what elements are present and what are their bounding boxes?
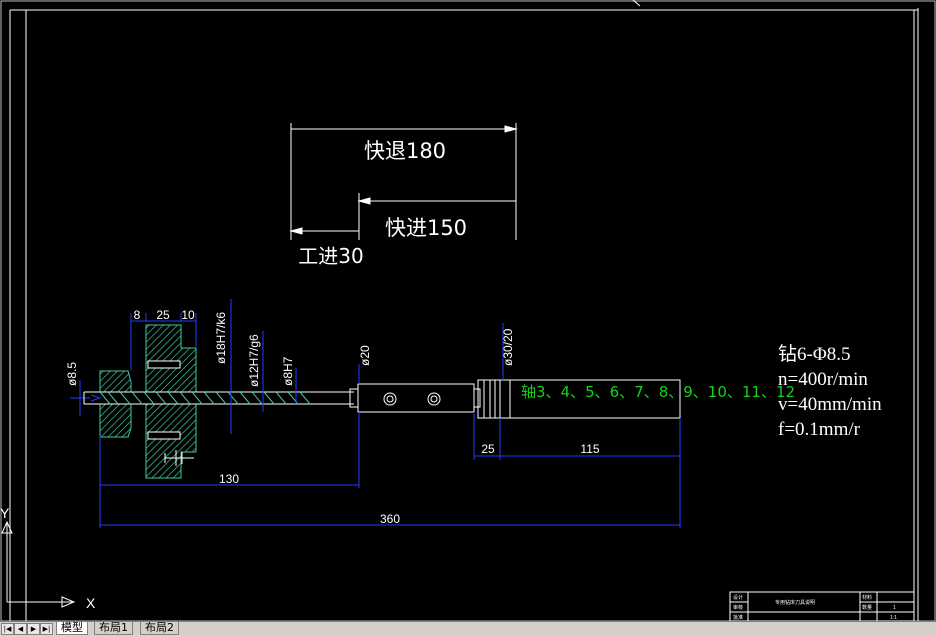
tb-cell-6: 数量 xyxy=(862,604,872,611)
fit-18: ø18H7/k6 xyxy=(214,312,228,364)
fit-12: ø12H7/g6 xyxy=(247,334,261,387)
dia-20: ø20 xyxy=(358,345,372,366)
next-tab-button[interactable]: ▶ xyxy=(27,623,40,635)
fit-8: ø8H7 xyxy=(281,356,295,386)
layout-tab-bar: |◀ ◀ ▶ ▶| 模型 布局1 布局2 xyxy=(0,621,936,635)
last-tab-button[interactable]: ▶| xyxy=(40,623,53,635)
fast-return-dim: 快退180 xyxy=(364,139,446,163)
prev-tab-button[interactable]: ◀ xyxy=(14,623,27,635)
drawing-canvas[interactable]: 快退180 快进150 工进30 轴3、4、5、6、7、8、9、10、11、12… xyxy=(0,0,936,621)
dim-10: 10 xyxy=(181,308,195,322)
dim-8: 8 xyxy=(134,308,141,322)
first-tab-button[interactable]: |◀ xyxy=(1,623,14,635)
workpiece-section xyxy=(99,324,197,479)
dim-130: 130 xyxy=(219,472,239,486)
ucs-icon xyxy=(1,520,76,608)
work-feed-dim: 工进30 xyxy=(298,244,363,268)
dim-25: 25 xyxy=(156,308,170,322)
ucs-y-label: Y xyxy=(0,505,10,521)
dim-25b: 25 xyxy=(481,442,495,456)
param-drill: 钻6-Φ8.5 xyxy=(778,343,850,365)
param-speed: n=400r/min xyxy=(778,369,868,390)
fast-feed-dim: 快进150 xyxy=(385,216,467,240)
tab-layout2[interactable]: 布局2 xyxy=(140,622,179,635)
dim-115: 115 xyxy=(580,442,599,456)
title-block-text: 设计 专用钻床刀具说明 材料 审核 数量 1 批准 1:1 xyxy=(733,594,897,621)
drawing-frame xyxy=(0,0,936,621)
shaft-label: 轴3、4、5、6、7、8、9、10、11、12 xyxy=(521,383,795,401)
param-feed: f=0.1mm/r xyxy=(778,419,861,440)
title-block xyxy=(729,591,915,621)
tb-cell-3: 材料 xyxy=(862,594,872,601)
tb-cell-4: 审核 xyxy=(733,604,743,611)
tab-model[interactable]: 模型 xyxy=(56,622,88,635)
tb-cell-8: 批准 xyxy=(733,614,743,621)
ucs-x-label: X xyxy=(86,595,96,611)
tab-layout1[interactable]: 布局1 xyxy=(94,622,133,635)
dim-360: 360 xyxy=(380,512,400,526)
dia-8-5: ø8.5 xyxy=(65,362,79,386)
tb-cell-7: 1 xyxy=(893,605,896,611)
tb-cell-2: 专用钻床刀具说明 xyxy=(775,599,815,606)
tb-cell-0: 设计 xyxy=(733,594,743,601)
param-velocity: v=40mm/min xyxy=(778,394,882,415)
dia-30: ø30/20 xyxy=(501,328,515,366)
